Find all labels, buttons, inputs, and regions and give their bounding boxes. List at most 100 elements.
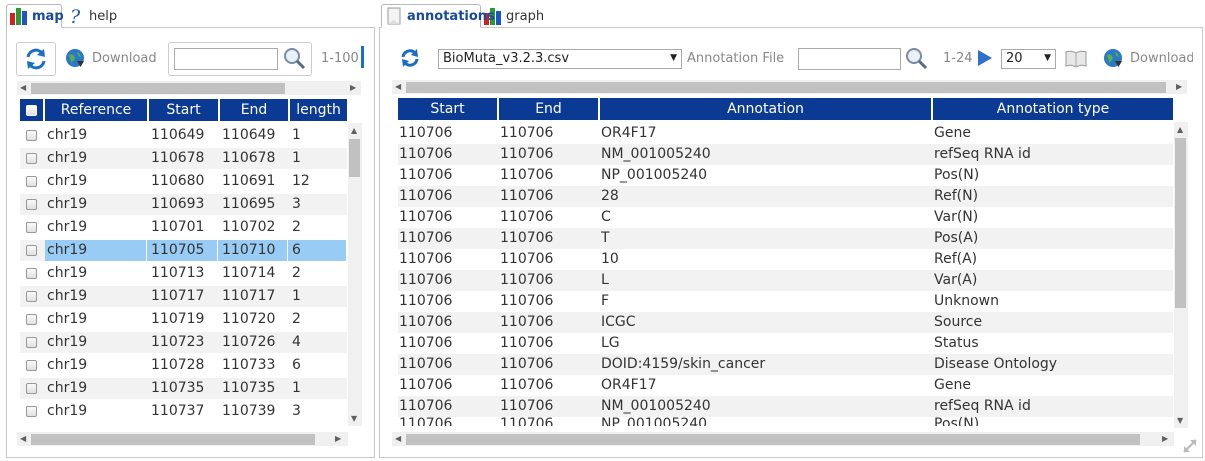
right-vscrollbar[interactable]: ▲ ▼: [1174, 122, 1188, 428]
row-checkbox[interactable]: [26, 337, 37, 348]
row-checkbox[interactable]: [26, 222, 37, 233]
row-checkbox[interactable]: [26, 153, 37, 164]
table-cell: chr19: [47, 265, 88, 281]
table-cell: Ref(N): [934, 188, 979, 204]
table-cell: 6: [292, 357, 301, 373]
search-icon[interactable]: [904, 46, 928, 70]
scroll-thumb[interactable]: [1175, 138, 1186, 308]
search-icon[interactable]: [282, 46, 306, 70]
table-cell: chr19: [47, 357, 88, 373]
row-checkbox[interactable]: [26, 268, 37, 279]
scroll-right-arrow[interactable]: ▶: [350, 83, 356, 93]
table-cell: 110706: [399, 398, 453, 414]
row-checkbox[interactable]: [26, 245, 37, 256]
table-cell: 110706: [500, 251, 554, 267]
annotation-file-select[interactable]: BioMuta_v3.2.3.csv ▼: [438, 49, 682, 69]
scroll-right-arrow[interactable]: ▶: [1176, 82, 1182, 92]
download-label[interactable]: Download: [92, 51, 157, 66]
table-cell: T: [601, 230, 610, 246]
table-cell: 6: [292, 240, 347, 261]
scroll-right-arrow[interactable]: ▶: [335, 434, 341, 444]
column-header[interactable]: End: [499, 98, 598, 120]
table-cell: 110706: [500, 167, 554, 183]
column-header[interactable]: Annotation: [600, 98, 931, 120]
page-size-select[interactable]: 20 ▼: [1001, 49, 1056, 69]
table-cell: 110728: [151, 357, 205, 373]
table-cell: 110735: [222, 380, 276, 396]
select-all-checkbox[interactable]: [26, 104, 37, 116]
download-label: Download: [1130, 51, 1193, 66]
column-header[interactable]: Start: [398, 98, 497, 120]
row-checkbox[interactable]: [26, 360, 37, 371]
scroll-thumb[interactable]: [31, 83, 285, 94]
scroll-left-arrow[interactable]: ◀: [20, 434, 26, 444]
column-header[interactable]: Annotation type: [933, 98, 1173, 120]
column-header[interactable]: Start: [149, 99, 218, 121]
scroll-thumb[interactable]: [349, 139, 360, 177]
scroll-up-arrow[interactable]: ▲: [351, 126, 357, 136]
table-cell: C: [601, 209, 611, 225]
column-header[interactable]: length: [290, 99, 347, 121]
table-cell: 110735: [151, 380, 205, 396]
scroll-down-arrow[interactable]: ▼: [1177, 416, 1183, 426]
table-cell: 2: [292, 311, 301, 327]
table-cell: refSeq RNA id: [934, 146, 1031, 162]
table-cell: 110702: [222, 219, 276, 235]
right-bottom-hscrollbar[interactable]: ◀ ▶: [392, 432, 1174, 446]
row-checkbox[interactable]: [26, 176, 37, 187]
table-cell: 3: [292, 403, 301, 419]
left-range-label: 1-100: [321, 51, 359, 66]
column-header[interactable]: Reference: [45, 99, 147, 121]
column-header[interactable]: End: [220, 99, 288, 121]
table-cell: 110726: [222, 334, 276, 350]
table-cell: 110706: [500, 417, 554, 426]
table-cell: Source: [934, 314, 983, 330]
row-checkbox[interactable]: [26, 199, 37, 210]
tab-map[interactable]: map: [6, 4, 64, 28]
globe-download-icon[interactable]: [64, 47, 86, 69]
scroll-down-arrow[interactable]: ▼: [351, 414, 357, 424]
right-top-hscrollbar[interactable]: ◀ ▶: [392, 80, 1187, 94]
table-cell: 110706: [500, 230, 554, 246]
table-cell: 1: [292, 288, 301, 304]
scroll-thumb[interactable]: [31, 434, 315, 445]
scroll-left-arrow[interactable]: ◀: [20, 83, 26, 93]
resize-handle-icon[interactable]: [1181, 437, 1199, 455]
globe-download-icon[interactable]: [1102, 47, 1124, 69]
row-checkbox[interactable]: [26, 291, 37, 302]
table-cell: 1: [292, 150, 301, 166]
chevron-down-icon: ▼: [1044, 53, 1051, 63]
scroll-up-arrow[interactable]: ▲: [1177, 125, 1183, 135]
table-cell: 110706: [399, 417, 453, 426]
left-search-input[interactable]: [174, 48, 278, 70]
table-cell: 10: [601, 251, 619, 267]
row-checkbox[interactable]: [26, 130, 37, 141]
table-cell: chr19: [47, 403, 88, 419]
row-checkbox[interactable]: [26, 314, 37, 325]
row-checkbox[interactable]: [26, 383, 37, 394]
scroll-left-arrow[interactable]: ◀: [395, 82, 401, 92]
scroll-thumb[interactable]: [406, 434, 1140, 445]
tab-annotations[interactable]: annotations: [381, 4, 495, 28]
book-icon[interactable]: [1064, 48, 1088, 70]
scroll-right-arrow[interactable]: ▶: [1162, 434, 1168, 444]
scroll-thumb[interactable]: [406, 82, 1166, 93]
left-bottom-hscrollbar[interactable]: ◀ ▶: [17, 432, 348, 446]
refresh-button[interactable]: [16, 42, 56, 76]
table-cell: 110737: [151, 403, 205, 419]
table-cell: chr19: [47, 127, 88, 143]
left-top-hscrollbar[interactable]: ◀ ▶: [17, 81, 361, 95]
table-cell: NM_001005240: [601, 146, 711, 162]
left-vscrollbar[interactable]: ▲ ▼: [348, 123, 362, 426]
row-checkbox[interactable]: [26, 406, 37, 417]
select-all-header: [20, 99, 43, 121]
refresh-icon[interactable]: [398, 46, 422, 70]
tab-help[interactable]: ? help: [66, 4, 126, 28]
table-cell: chr19: [47, 380, 88, 396]
right-search-input[interactable]: [798, 48, 901, 70]
table-cell: 110680: [151, 173, 205, 189]
next-page-icon[interactable]: [975, 48, 995, 68]
table-cell: LG: [601, 335, 620, 351]
scroll-left-arrow[interactable]: ◀: [395, 434, 401, 444]
right-download-clip[interactable]: Download: [1130, 51, 1193, 66]
